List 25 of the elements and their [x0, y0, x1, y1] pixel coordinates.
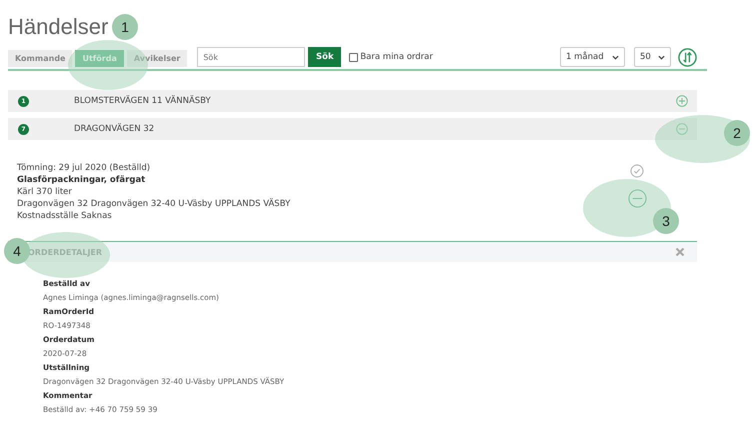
page-title: Händelser	[8, 13, 108, 41]
order-title: Tömning: 29 jul 2020 (Beställd)	[17, 162, 152, 174]
search-button[interactable]: Sök	[308, 47, 342, 67]
search-field[interactable]: Sök	[197, 47, 306, 67]
count-select[interactable]: 50	[634, 47, 671, 67]
order-info: Dragonvägen 32 Dragonvägen 32-40 U-Väsby UPPLANDS VÄSBY	[17, 198, 292, 210]
expand-icon[interactable]	[676, 95, 688, 107]
close-icon[interactable]	[675, 247, 685, 257]
sort-icon[interactable]	[678, 48, 697, 66]
callout-badge: 4	[4, 238, 30, 264]
callout-badge: 3	[653, 208, 679, 234]
period-select[interactable]: 1 månad	[560, 47, 625, 67]
order-info: Kostnadsställe Saknas	[17, 210, 113, 222]
collapse-icon[interactable]	[676, 123, 688, 135]
check-icon[interactable]	[630, 164, 644, 178]
chevron-down-icon	[612, 54, 619, 60]
callout-badge: 1	[112, 14, 138, 40]
filter-checkbox[interactable]: Bara mina ordrar	[349, 52, 433, 62]
location-name: DRAGONVÄGEN 32	[74, 124, 156, 134]
chevron-down-icon	[658, 54, 665, 60]
order-info: Kärl 370 liter	[17, 186, 73, 198]
location-name: BLOMSTERVÄGEN 11 VÄNNÄSBY	[74, 96, 212, 106]
product-name: Glasförpackningar, ofärgat	[17, 174, 146, 186]
collapse-icon[interactable]	[628, 189, 646, 208]
callout-badge: 2	[724, 120, 750, 146]
